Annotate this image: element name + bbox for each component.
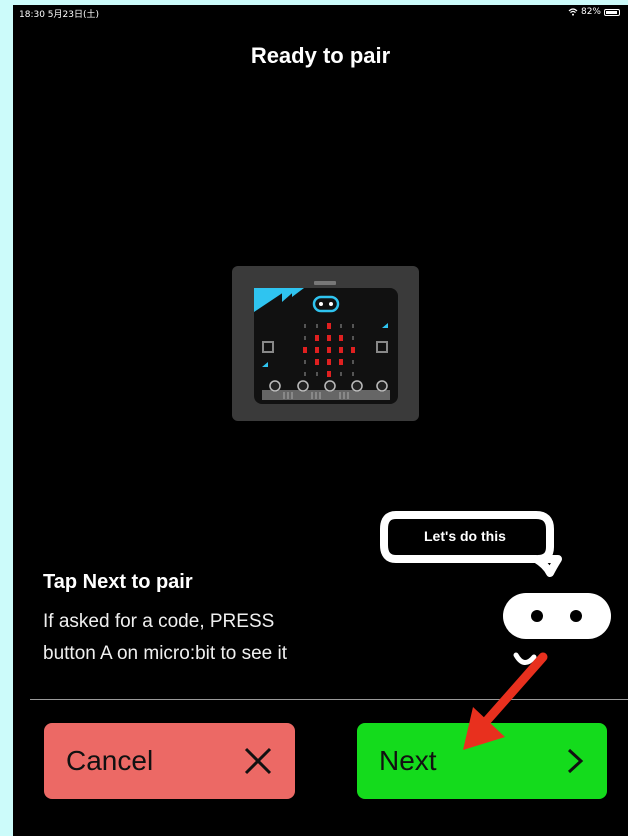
- app-screen: 18:30 5月23日(土) 82% Ready to pair Let's d…: [13, 5, 628, 836]
- status-time-date: 18:30 5月23日(土): [19, 10, 99, 20]
- divider: [30, 699, 628, 700]
- instruction-title: Tap Next to pair: [43, 571, 193, 593]
- wifi-icon: [568, 8, 578, 16]
- cancel-label: Cancel: [66, 745, 154, 776]
- chevron-right-icon: [567, 748, 584, 774]
- microbit-illustration: [232, 266, 419, 421]
- instruction-body: If asked for a code, PRESS button A on m…: [43, 606, 463, 670]
- next-label: Next: [379, 745, 437, 776]
- page-title: Ready to pair: [250, 43, 391, 68]
- instruction-block: Tap Next to pair If asked for a code, PR…: [43, 571, 463, 670]
- battery-icon: [604, 8, 620, 16]
- instruction-line-2: button A on micro:bit to see it: [43, 643, 287, 664]
- instruction-line-1: If asked for a code, PRESS: [43, 611, 275, 632]
- status-bar: 18:30 5月23日(土) 82%: [13, 5, 628, 20]
- cancel-button[interactable]: Cancel: [44, 723, 295, 799]
- close-icon: [244, 747, 272, 775]
- next-button[interactable]: Next: [357, 723, 607, 799]
- speech-bubble-text: Let's do this: [424, 528, 506, 544]
- battery-percent: 82%: [580, 7, 601, 17]
- status-right-group: 82%: [568, 7, 620, 17]
